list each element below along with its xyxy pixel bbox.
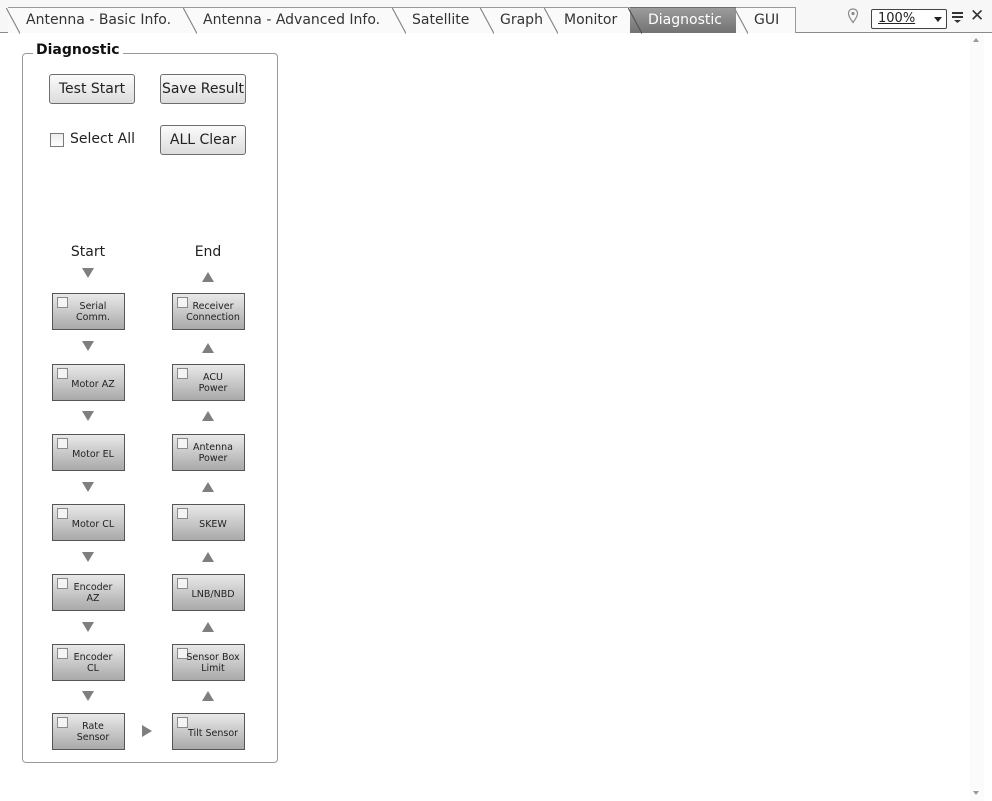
chevron-down-icon xyxy=(934,17,942,22)
tab-gui[interactable]: GUI xyxy=(734,7,796,34)
flow-down-arrow-icon xyxy=(82,411,94,421)
flow-up-arrow-icon xyxy=(202,411,214,421)
scroll-up-icon[interactable] xyxy=(973,38,979,42)
flow-up-arrow-icon xyxy=(202,552,214,562)
scroll-down-icon[interactable] xyxy=(973,791,979,795)
select-all-label: Select All xyxy=(70,131,135,147)
step-antenna-power[interactable]: Antenna Power xyxy=(172,434,245,471)
step-label: LNB/NBD xyxy=(191,589,235,600)
step-sensor-box-limit[interactable]: Sensor Box Limit xyxy=(172,644,245,681)
step-label: Serial Comm. xyxy=(76,300,110,323)
step-label: Motor AZ xyxy=(71,379,115,390)
test-start-button[interactable]: Test Start xyxy=(49,74,135,104)
step-label: Sensor Box Limit xyxy=(186,651,240,674)
tab-antenna-advanced-info[interactable]: Antenna - Advanced Info. xyxy=(183,7,398,34)
pin-icon[interactable] xyxy=(847,8,859,24)
zoom-select[interactable]: 100% xyxy=(871,9,947,29)
end-column-label: End xyxy=(194,244,222,260)
vertical-scrollbar[interactable] xyxy=(970,34,984,801)
tab-monitor[interactable]: Monitor xyxy=(544,7,634,34)
flow-down-arrow-icon xyxy=(82,691,94,701)
step-rate-sensor[interactable]: Rate Sensor xyxy=(52,713,125,750)
step-motor-az[interactable]: Motor AZ xyxy=(52,364,125,401)
tab-satellite[interactable]: Satellite xyxy=(392,7,486,34)
flow-down-arrow-icon xyxy=(82,482,94,492)
step-label: Receiver Connection xyxy=(186,300,240,323)
step-label: Antenna Power xyxy=(193,441,233,464)
flow-down-arrow-icon xyxy=(82,622,94,632)
step-label: Rate Sensor xyxy=(76,720,110,743)
step-label: SKEW xyxy=(199,519,227,530)
flow-down-arrow-icon xyxy=(82,268,94,278)
step-label: Motor EL xyxy=(72,449,114,460)
step-serial-comm[interactable]: Serial Comm. xyxy=(52,293,125,330)
step-receiver-connection[interactable]: Receiver Connection xyxy=(172,293,245,330)
step-tilt-sensor[interactable]: Tilt Sensor xyxy=(172,713,245,750)
flow-up-arrow-icon xyxy=(202,691,214,701)
close-icon[interactable]: ✕ xyxy=(970,7,984,25)
tab-antenna-basic-info[interactable]: Antenna - Basic Info. xyxy=(6,7,189,34)
tab-strip: Antenna - Basic Info. Antenna - Advanced… xyxy=(0,0,992,34)
step-encoder-az[interactable]: Encoder AZ xyxy=(52,574,125,611)
step-acu-power[interactable]: ACU Power xyxy=(172,364,245,401)
diagnostic-group-title: Diagnostic xyxy=(33,42,123,58)
save-result-button[interactable]: Save Result xyxy=(160,74,246,104)
step-label: Encoder CL xyxy=(73,651,113,674)
start-column-label: Start xyxy=(70,244,106,260)
flow-down-arrow-icon xyxy=(82,552,94,562)
flow-right-arrow-icon xyxy=(142,725,152,737)
flow-up-arrow-icon xyxy=(202,343,214,353)
all-clear-button[interactable]: ALL Clear xyxy=(160,125,246,155)
step-lnb-nbd[interactable]: LNB/NBD xyxy=(172,574,245,611)
step-encoder-cl[interactable]: Encoder CL xyxy=(52,644,125,681)
zoom-value: 100% xyxy=(878,11,916,26)
flow-up-arrow-icon xyxy=(202,272,214,282)
step-motor-cl[interactable]: Motor CL xyxy=(52,504,125,541)
step-label: Encoder AZ xyxy=(73,581,113,604)
menu-icon[interactable] xyxy=(952,11,963,23)
step-label: Motor CL xyxy=(71,519,115,530)
flow-up-arrow-icon xyxy=(202,622,214,632)
tab-graph[interactable]: Graph xyxy=(480,7,550,34)
step-motor-el[interactable]: Motor EL xyxy=(52,434,125,471)
step-label: Tilt Sensor xyxy=(187,728,239,739)
flow-up-arrow-icon xyxy=(202,482,214,492)
checkbox-box[interactable] xyxy=(50,133,64,147)
step-label: ACU Power xyxy=(198,371,228,394)
flow-down-arrow-icon xyxy=(82,341,94,351)
tab-diagnostic[interactable]: Diagnostic xyxy=(628,7,740,34)
step-skew[interactable]: SKEW xyxy=(172,504,245,541)
